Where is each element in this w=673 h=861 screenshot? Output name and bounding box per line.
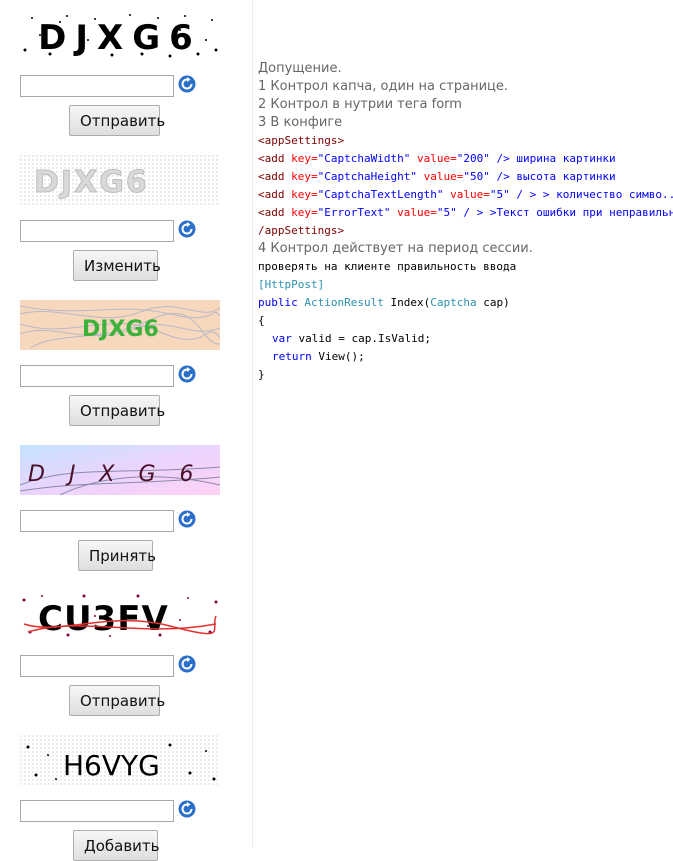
value-value: "50" <box>463 170 490 183</box>
submit-button-3[interactable]: Отправить <box>69 395 165 426</box>
captcha-image-5: CU3FV <box>20 590 220 640</box>
notes-heading: Допущение. <box>258 61 342 76</box>
key-value: "CaptchaTextLength" <box>317 188 444 201</box>
code-brace-close: } <box>258 368 265 381</box>
captcha-svg-5: CU3FV <box>20 590 220 640</box>
captcha-text-3: DJXG6 <box>82 317 159 342</box>
captcha-text-4: DJXG6 <box>28 462 218 487</box>
refresh-icon[interactable] <box>178 655 196 673</box>
code-comment: проверять на клиенте правильность ввода <box>258 260 517 273</box>
add-tag: <add <box>258 188 285 201</box>
config-row: <add key="ErrorText" value="5" / > >Текс… <box>258 204 673 222</box>
code-signature: public ActionResult Index(Captcha cap) <box>258 294 673 312</box>
key-value: "CaptchaWidth" <box>317 152 411 165</box>
captcha-input-1[interactable] <box>20 75 174 97</box>
captcha-image-4: DJXG6 <box>20 445 220 495</box>
key-attr: key= <box>291 206 318 219</box>
captcha-text-6: H6VYG <box>63 749 160 782</box>
var-keyword: var <box>272 332 292 345</box>
config-row: <add key="CaptchaHeight" value="50" /> в… <box>258 168 673 186</box>
code-line-return: return View(); <box>258 348 673 366</box>
row-comment: >Текст ошибки при неправильном <box>489 206 673 219</box>
value-attr: value= <box>416 152 457 165</box>
refresh-icon[interactable] <box>178 365 196 383</box>
return-expression: View(); <box>318 350 365 363</box>
note-item-2: 2 Контрол в нутрии тега form <box>258 97 462 112</box>
assign-expression: valid = cap.IsValid; <box>298 332 431 345</box>
captcha-text-1: DJXG6 <box>38 18 202 58</box>
captcha-image-6: H6VYG <box>20 735 220 785</box>
close-slash: /> <box>496 152 510 165</box>
close-slash: / > <box>516 188 537 201</box>
change-button[interactable]: Изменить <box>73 250 161 281</box>
note-item-1: 1 Контрол капча, один на странице. <box>258 79 509 94</box>
submit-button-5[interactable]: Отправить <box>69 685 165 716</box>
add-tag: <add <box>258 170 285 183</box>
close-slash: / > <box>463 206 484 219</box>
public-keyword: public <box>258 296 298 309</box>
captcha-input-5[interactable] <box>20 655 174 677</box>
value-value: "5" <box>436 206 457 219</box>
captcha-input-6[interactable] <box>20 800 174 822</box>
refresh-icon[interactable] <box>178 220 196 238</box>
method-name: Index( <box>390 296 431 309</box>
captcha-svg-6: H6VYG <box>20 735 220 785</box>
captcha-svg-2: DJXG6 <box>20 155 220 205</box>
param-type: Captcha <box>430 296 477 309</box>
config-close-tag: /appSettings> <box>258 222 673 240</box>
notes-panel: Допущение. 1 Контрол капча, один на стра… <box>258 60 673 384</box>
captcha-input-3[interactable] <box>20 365 174 387</box>
code-brace-open: { <box>258 314 265 327</box>
value-attr: value= <box>423 170 464 183</box>
row-comment: высота картинки <box>516 170 616 183</box>
value-attr: value= <box>397 206 437 219</box>
config-row: <add key="CaptchaTextLength" value="5" /… <box>258 186 673 204</box>
return-keyword: return <box>272 350 312 363</box>
add-tag: <add <box>258 152 285 165</box>
captcha-text-2: DJXG6 <box>34 165 149 200</box>
key-value: "ErrorText" <box>317 206 391 219</box>
config-row: <add key="CaptchaWidth" value="200" /> ш… <box>258 150 673 168</box>
key-attr: key= <box>291 170 318 183</box>
captcha-text-5: CU3FV <box>38 599 169 639</box>
add-button[interactable]: Добавить <box>73 830 160 861</box>
accept-button[interactable]: Принять <box>78 540 156 571</box>
add-tag: <add <box>258 206 285 219</box>
row-comment: ширина картинки <box>516 152 616 165</box>
refresh-icon[interactable] <box>178 800 196 818</box>
captcha-svg-4: DJXG6 <box>20 445 220 495</box>
close-tag-text: /appSettings> <box>258 224 345 237</box>
captcha-image-3: DJXG6 <box>20 300 220 350</box>
captcha-input-4[interactable] <box>20 510 174 532</box>
code-attribute: [HttpPost] <box>258 276 673 294</box>
return-type: ActionResult <box>304 296 384 309</box>
code-line-valid: var valid = cap.IsValid; <box>258 330 673 348</box>
note-item-3: 3 В конфиге <box>258 115 343 130</box>
row-comment: > количество симво... <box>542 188 673 201</box>
refresh-icon[interactable] <box>178 75 196 93</box>
submit-button-1[interactable]: Отправить <box>69 105 165 136</box>
key-attr: key= <box>291 188 318 201</box>
open-tag-text: <appSettings> <box>258 134 345 147</box>
http-post-attribute: [HttpPost] <box>258 278 325 291</box>
value-attr: value= <box>450 188 490 201</box>
param-name: cap) <box>483 296 510 309</box>
captcha-image-2: DJXG6 <box>20 155 220 205</box>
value-value: "5" <box>489 188 510 201</box>
captcha-input-2[interactable] <box>20 220 174 242</box>
note-item-4: 4 Контрол действует на период сессии. <box>258 241 533 256</box>
value-value: "200" <box>456 152 490 165</box>
config-open-tag: <appSettings> <box>258 132 673 150</box>
key-attr: key= <box>291 152 318 165</box>
captcha-svg-3: DJXG6 <box>20 300 220 350</box>
captcha-svg-1: DJXG6 <box>20 10 220 60</box>
close-slash: /> <box>496 170 510 183</box>
refresh-icon[interactable] <box>178 510 196 528</box>
key-value: "CaptchaHeight" <box>317 170 417 183</box>
captcha-image-1: DJXG6 <box>20 10 220 60</box>
captcha-column: DJXG6 Отправить DJXG6 Изменить DJXG6 Отп… <box>0 0 253 861</box>
